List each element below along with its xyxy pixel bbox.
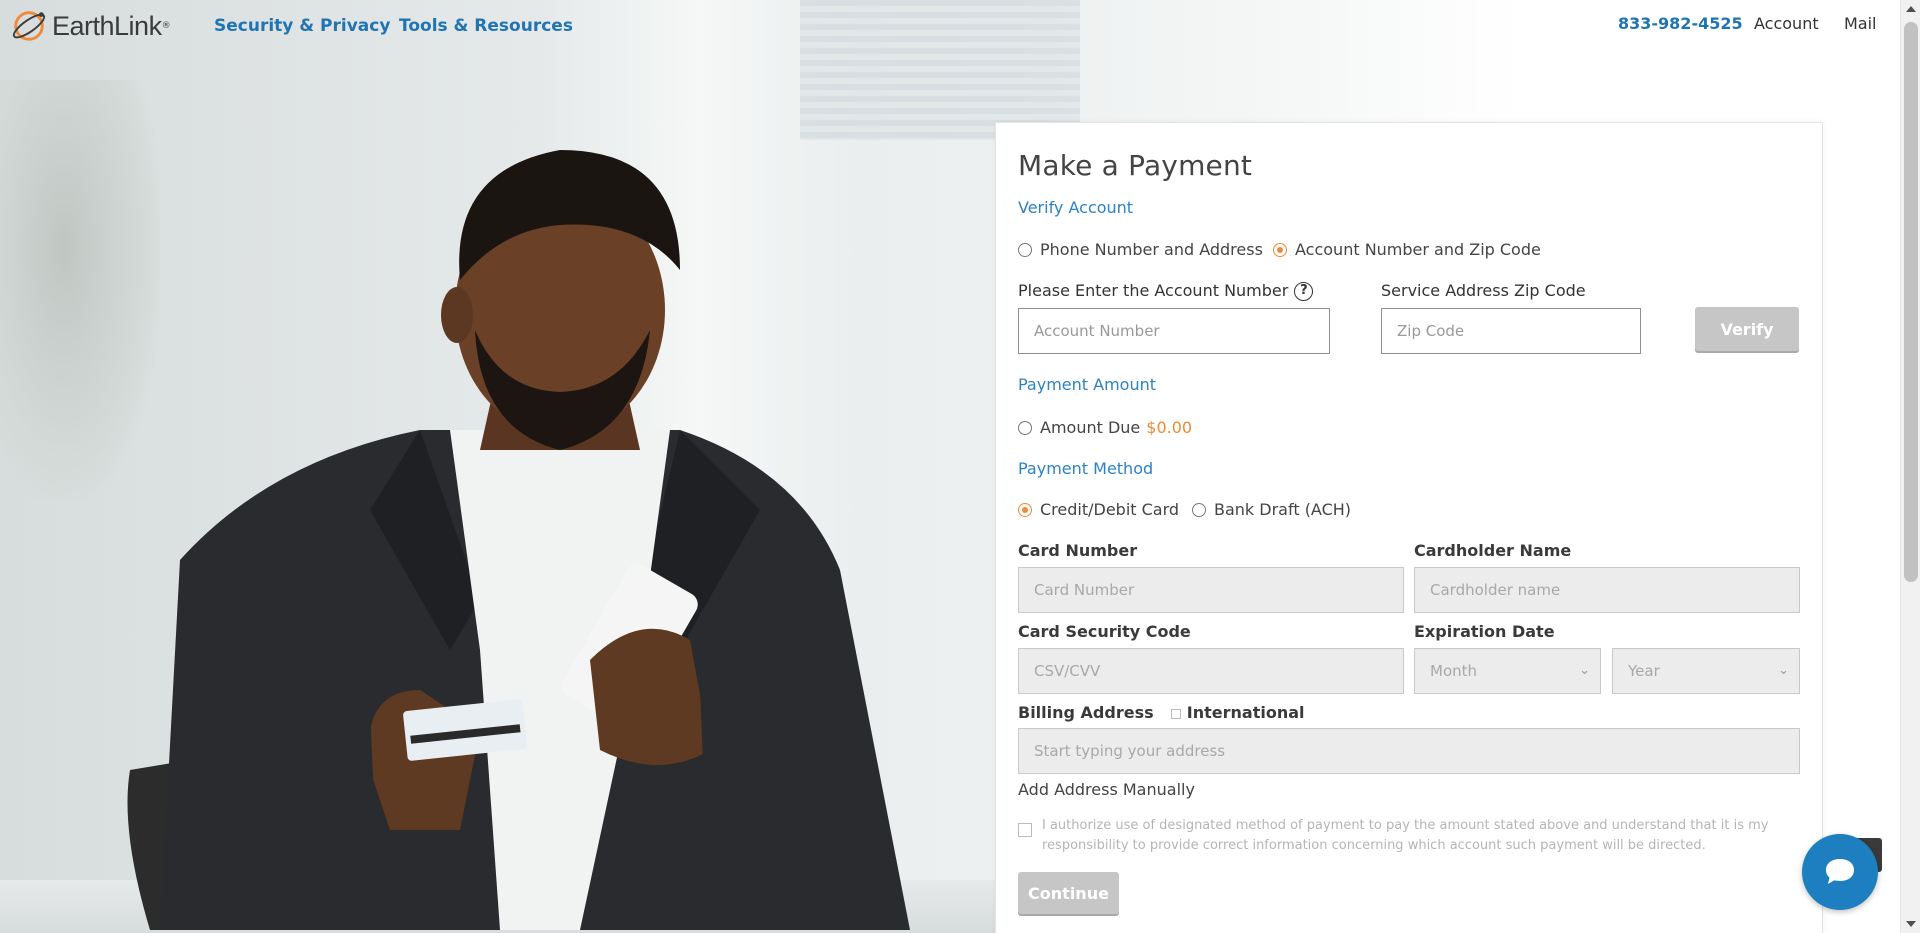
zip-code-input[interactable]: Zip Code — [1381, 308, 1641, 354]
chevron-down-icon: ⌄ — [1579, 663, 1590, 678]
method-option-ach[interactable]: Bank Draft (ACH) — [1192, 499, 1351, 519]
person-illustration — [127, 150, 910, 930]
card-number-label: Card Number — [1018, 541, 1138, 560]
security-code-label: Card Security Code — [1018, 622, 1191, 641]
verify-option-account[interactable]: Account Number and Zip Code — [1273, 239, 1541, 259]
cardholder-name-input[interactable]: Cardholder name — [1414, 567, 1800, 613]
authorize-checkbox[interactable] — [1018, 819, 1032, 838]
mail-link[interactable]: Mail — [1844, 14, 1877, 33]
add-address-manually-link[interactable]: Add Address Manually — [1018, 780, 1195, 799]
support-phone-link[interactable]: 833-982-4525 — [1618, 14, 1743, 33]
earthlink-logo[interactable]: EarthLink ® — [10, 8, 171, 44]
billing-address-label: Billing Address International — [1018, 703, 1305, 722]
account-number-label: Please Enter the Account Number? — [1018, 281, 1314, 301]
help-icon[interactable]: ? — [1294, 282, 1314, 301]
page-scrollbar[interactable] — [1900, 0, 1920, 933]
site-header: EarthLink ® Security & Privacy Tools & R… — [0, 0, 1900, 52]
scroll-up-arrow[interactable] — [1906, 6, 1916, 12]
security-code-input[interactable]: CSV/CVV — [1018, 648, 1404, 694]
chat-button[interactable] — [1802, 834, 1878, 910]
account-link[interactable]: Account — [1754, 14, 1819, 33]
payment-form-card: Make a Payment Verify Account Phone Numb… — [995, 122, 1823, 933]
international-checkbox[interactable] — [1171, 708, 1182, 719]
method-option-card[interactable]: Credit/Debit Card — [1018, 499, 1179, 519]
continue-button[interactable]: Continue — [1018, 872, 1119, 914]
payment-amount-heading: Payment Amount — [1018, 375, 1157, 394]
radio-credit-debit[interactable] — [1018, 502, 1032, 517]
scroll-thumb[interactable] — [1904, 22, 1918, 582]
radio-bank-draft[interactable] — [1192, 502, 1206, 517]
cardholder-name-label: Cardholder Name — [1414, 541, 1572, 560]
nav-security-privacy[interactable]: Security & Privacy — [214, 16, 390, 36]
verify-account-heading: Verify Account — [1018, 198, 1134, 217]
verify-button[interactable]: Verify — [1695, 307, 1799, 351]
radio-phone-address[interactable] — [1018, 242, 1032, 257]
month-select[interactable]: Month ⌄ — [1414, 648, 1601, 694]
authorization-text: I authorize use of designated method of … — [1042, 818, 1769, 853]
billing-address-input[interactable]: Start typing your address — [1018, 728, 1800, 774]
card-number-input[interactable]: Card Number — [1018, 567, 1404, 613]
chat-icon — [1826, 859, 1854, 884]
chevron-down-icon: ⌄ — [1778, 663, 1789, 678]
brand-name: EarthLink — [52, 10, 162, 41]
expiration-date-label: Expiration Date — [1414, 622, 1555, 641]
radio-account-zip[interactable] — [1273, 242, 1287, 257]
scroll-down-arrow[interactable] — [1906, 921, 1916, 927]
page-title: Make a Payment — [1018, 149, 1253, 182]
earthlink-logo-icon — [12, 11, 46, 41]
zip-code-label: Service Address Zip Code — [1381, 281, 1586, 300]
amount-due-option[interactable]: Amount Due $0.00 — [1018, 417, 1192, 437]
account-number-input[interactable]: Account Number — [1018, 308, 1330, 354]
verify-option-phone[interactable]: Phone Number and Address — [1018, 239, 1263, 259]
amount-due-value: $0.00 — [1146, 418, 1193, 437]
nav-tools-resources[interactable]: Tools & Resources — [399, 16, 573, 36]
radio-amount-due[interactable] — [1018, 420, 1032, 435]
year-select[interactable]: Year ⌄ — [1612, 648, 1800, 694]
registered-mark: ® — [161, 21, 171, 31]
payment-method-heading: Payment Method — [1018, 459, 1154, 478]
international-label: International — [1186, 703, 1305, 722]
